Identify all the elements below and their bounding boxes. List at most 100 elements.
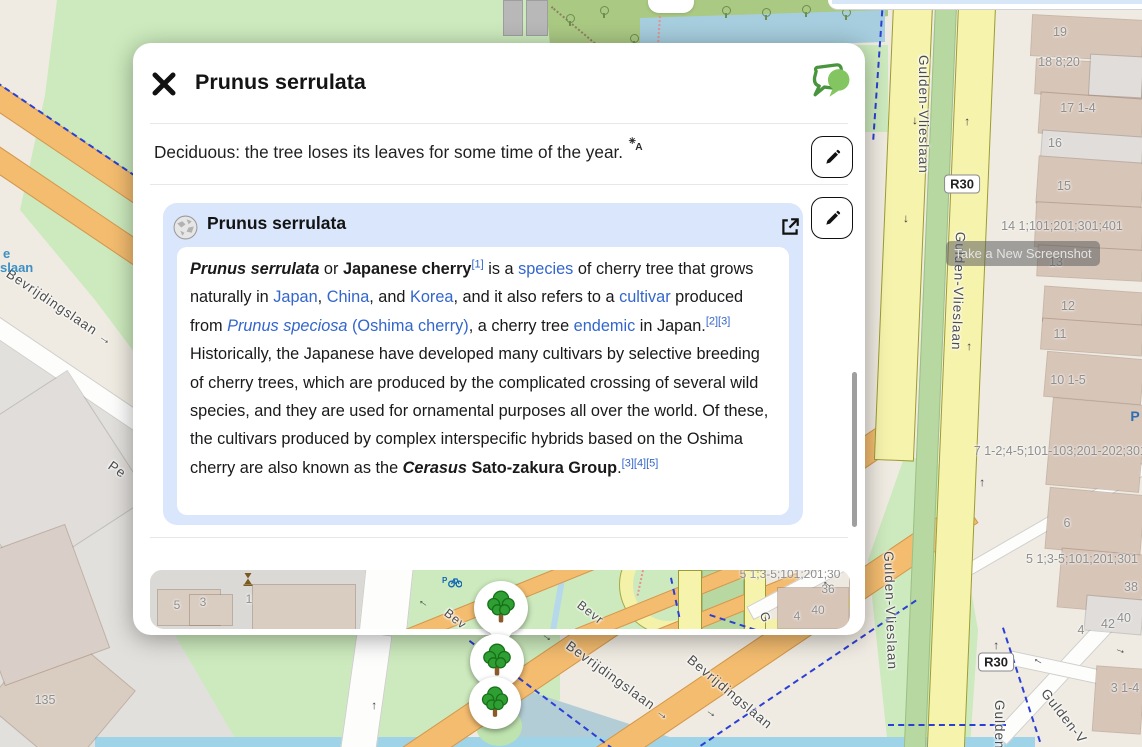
- tree-icon: [476, 684, 514, 722]
- wiki-text: Sato-zakura Group: [467, 459, 617, 477]
- oneway-arrow: →: [1113, 640, 1129, 657]
- building-label: 18 8;20: [1038, 55, 1080, 69]
- wiki-text: Cerasus: [403, 459, 467, 477]
- wiki-link[interactable]: endemic: [574, 317, 636, 335]
- scrollbar-thumb[interactable]: [852, 372, 857, 527]
- oneway-arrow: →: [703, 703, 721, 721]
- edit-wikipedia-button[interactable]: [811, 197, 853, 239]
- building-label: 7 1-2;4-5;101-103;201-202;301-303;401: [974, 444, 1142, 458]
- tree-icon: [481, 588, 521, 628]
- oneway-arrow: →: [973, 477, 987, 489]
- oneway-arrow: →: [901, 213, 915, 225]
- tree-symbol: [762, 8, 771, 17]
- external-link-icon[interactable]: [779, 216, 801, 238]
- tree-marker[interactable]: [469, 677, 521, 729]
- edit-attribute-button[interactable]: [811, 136, 853, 178]
- building-label: 11: [1054, 327, 1067, 341]
- tree-symbol: [802, 5, 811, 14]
- wiki-text: or: [319, 260, 343, 278]
- tree-marker-pin[interactable]: [474, 581, 528, 635]
- building-label: 15: [1057, 179, 1071, 193]
- building-label: 4: [1078, 623, 1085, 637]
- building-label: 19: [1053, 25, 1067, 39]
- page-title: Prunus serrulata: [195, 70, 366, 95]
- building-label: 6: [1064, 516, 1071, 530]
- wiki-text: Historically, the Japanese have develope…: [190, 345, 768, 477]
- wiki-text: in Japan.: [635, 317, 706, 335]
- partial-top-button[interactable]: [648, 0, 694, 13]
- wikipedia-panel: Prunus serrulata Prunus serrulata or Jap…: [163, 203, 803, 525]
- wiki-link[interactable]: China: [327, 288, 370, 306]
- tree-symbol: [722, 6, 731, 15]
- attribute-text: Deciduous: the tree loses its leaves for…: [154, 142, 754, 163]
- wiki-link[interactable]: (Oshima cherry): [347, 317, 468, 335]
- building-label: 38: [1124, 580, 1138, 594]
- wikipedia-extract-text: Prunus serrulata or Japanese cherry[1] i…: [177, 247, 789, 488]
- map-canvas[interactable]: 1918 8;2017 1-4161514 1;101;201;301;4011…: [0, 0, 1142, 747]
- building-label: 10 1-5: [1050, 373, 1085, 387]
- wiki-text: ,: [318, 288, 327, 306]
- pencil-icon: [823, 209, 842, 228]
- building-label: 40: [1117, 611, 1131, 625]
- wiki-link[interactable]: cultivar: [619, 288, 671, 306]
- wiki-link[interactable]: Japan: [273, 288, 317, 306]
- street-label: Bevrijdingslaan →: [563, 638, 674, 724]
- divider: [150, 184, 848, 185]
- screenshot-tooltip: Take a New Screenshot: [946, 241, 1100, 266]
- top-bar-highlight: [832, 0, 1142, 4]
- svg-text:A: A: [635, 142, 643, 152]
- tree-symbol: [630, 34, 639, 43]
- building-label: 17 1-4: [1060, 101, 1095, 115]
- route-badge: R30: [978, 653, 1014, 672]
- wiki-text: , and it also refers to a: [453, 288, 619, 306]
- oneway-arrow: →: [960, 341, 974, 353]
- wikipedia-extract-scroll[interactable]: Prunus serrulata or Japanese cherry[1] i…: [177, 247, 789, 515]
- parking-icon: P: [1130, 408, 1139, 424]
- wikipedia-icon: [172, 214, 199, 241]
- street-label: Bevrijdingslaan: [684, 652, 775, 732]
- building-label: 16: [1048, 136, 1062, 150]
- tooltip-text: Take a New Screenshot: [954, 246, 1091, 261]
- divider: [150, 537, 848, 538]
- attribute-text-value: Deciduous: the tree loses its leaves for…: [154, 142, 623, 162]
- building-label: 5 1;3-5;101;201;301: [1026, 552, 1138, 566]
- building-label: 1: [246, 592, 253, 606]
- oneway-arrow: →: [910, 115, 924, 127]
- tree-symbol: [566, 14, 575, 23]
- wiki-link[interactable]: Prunus speciosa: [227, 317, 347, 335]
- wiki-link[interactable]: species: [518, 260, 573, 278]
- building-label: 3 1-4: [1111, 681, 1140, 695]
- wikipedia-article-title: Prunus serrulata: [207, 213, 346, 234]
- pencil-icon: [823, 148, 842, 167]
- building: [190, 595, 232, 625]
- partial-top-bar[interactable]: [828, 0, 1142, 10]
- oneway-arrow: →: [958, 116, 972, 128]
- close-button[interactable]: [147, 67, 180, 100]
- street-label: Gulden-Vlieslaan: [881, 551, 900, 670]
- mapcomplete-logo-icon: [809, 63, 852, 106]
- building-label: 4: [794, 609, 801, 623]
- oneway-arrow: →: [987, 640, 1001, 652]
- building-label: 42: [1101, 617, 1115, 631]
- wiki-reference-link[interactable]: [1]: [471, 259, 483, 271]
- building: [253, 585, 355, 629]
- wiki-link[interactable]: Korea: [410, 288, 453, 306]
- street-label: Bevrijdingslaan →: [4, 266, 117, 349]
- water-label: e: [3, 246, 10, 261]
- tree-symbol: [600, 6, 609, 15]
- feature-popup: Prunus serrulata Deciduous: the tree los…: [133, 43, 865, 635]
- street-label: Pe: [105, 458, 129, 481]
- yellow-road-lane: [678, 570, 702, 629]
- building-label: 12: [1061, 299, 1075, 313]
- translate-icon[interactable]: A: [628, 136, 645, 157]
- wiki-text: Prunus serrulata: [190, 260, 319, 278]
- street-label: Gulden-V: [1038, 686, 1090, 746]
- route-badge: R30: [944, 175, 980, 194]
- wiki-reference-link[interactable]: [2][3]: [706, 315, 730, 327]
- wiki-reference-link[interactable]: [3][4][5]: [622, 457, 659, 469]
- building-label: 14 1;101;201;301;401: [1001, 219, 1123, 233]
- wiki-text: , and: [369, 288, 410, 306]
- building-label: 135: [35, 693, 56, 707]
- oneway-arrow: →: [1028, 654, 1045, 672]
- close-icon: [151, 71, 177, 97]
